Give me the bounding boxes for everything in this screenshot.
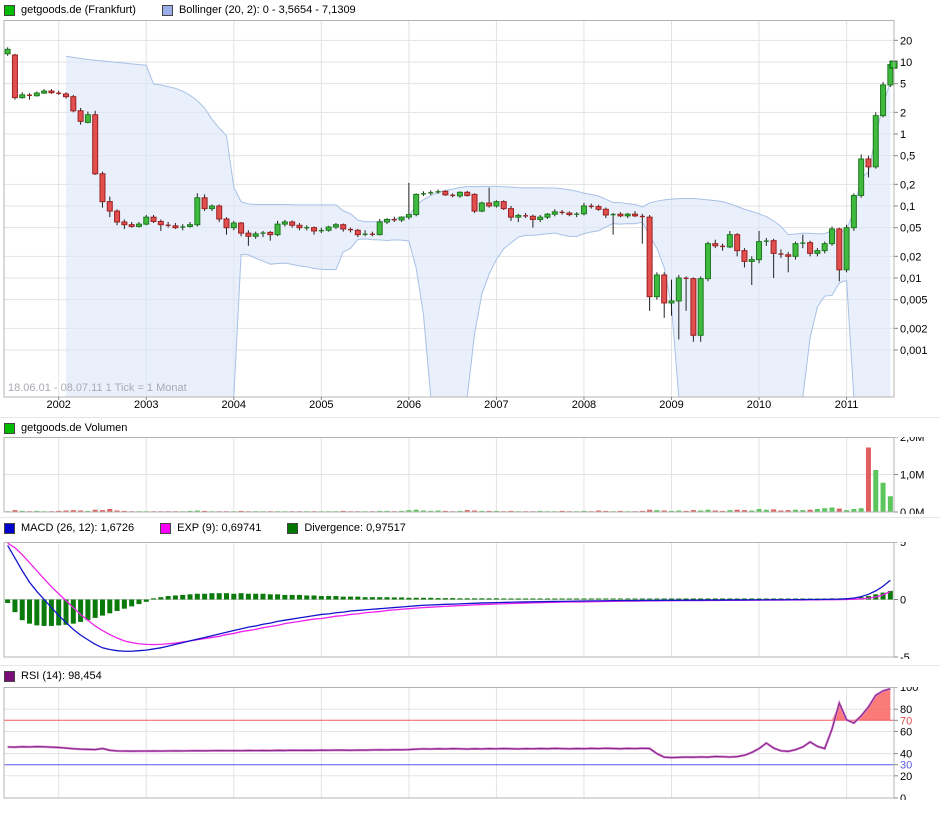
- panel-separator: [0, 517, 940, 518]
- axis-tick-label: 0,005: [900, 295, 928, 307]
- volume-chart[interactable]: 2,0M 1,0M 0,0M: [0, 437, 940, 514]
- bollinger-swatch-icon: [161, 4, 173, 16]
- axis-tick-label: 20: [900, 35, 912, 47]
- volume-panel-legend: getgoods.de Volumen: [4, 421, 127, 435]
- divergence-swatch-icon: [287, 522, 299, 534]
- axis-tick-label: 0,0M: [900, 507, 924, 514]
- macd-chart[interactable]: 5 0 -5: [0, 542, 940, 659]
- axis-tick-label: 5: [900, 79, 906, 91]
- volume-grid: [4, 437, 894, 512]
- x-axis-year-label: 2002: [46, 399, 71, 411]
- x-axis-year-label: 2005: [309, 399, 334, 411]
- axis-tick-label: 0,001: [900, 345, 928, 357]
- axis-tick-label: 0,5: [900, 151, 915, 163]
- axis-tick-label: 2,0M: [900, 437, 924, 444]
- price-panel-legend: getgoods.de (Frankfurt) Bollinger (20, 2…: [4, 3, 356, 17]
- volume-series-swatch-icon: [4, 422, 15, 434]
- axis-tick-label: 20: [900, 771, 912, 783]
- axis-tick-label: 0,1: [900, 201, 915, 213]
- date-range-label: 18.06.01 - 08.07.11 1 Tick = 1 Monat: [8, 382, 187, 394]
- rsi-panel-legend: RSI (14): 98,454: [4, 669, 102, 683]
- x-axis-year-label: 2011: [834, 399, 859, 411]
- bollinger-label: Bollinger (20, 2): 0 - 3,5654 - 7,1309: [178, 4, 356, 16]
- axis-tick-label: 1: [900, 129, 906, 141]
- x-axis-year-label: 2010: [746, 399, 772, 411]
- rsi-line: [7, 688, 891, 759]
- axis-tick-label: 60: [900, 726, 912, 738]
- axis-tick-label: 0: [900, 793, 906, 800]
- exp-swatch-icon: [160, 522, 172, 534]
- axis-tick-label: 0,02: [900, 251, 921, 263]
- volume-bars: [5, 447, 893, 513]
- rsi-label: RSI (14): 98,454: [21, 670, 102, 682]
- price-series-swatch-icon: [4, 4, 15, 16]
- axis-tick-label: 100: [900, 687, 918, 694]
- axis-tick-label: 0,01: [900, 273, 921, 285]
- macd-panel-legend: MACD (26, 12): 1,6726 EXP (9): 0,69741 D…: [4, 521, 406, 535]
- axis-tick-label: 5: [900, 542, 906, 549]
- axis-tick-label: 1,0M: [900, 470, 924, 482]
- panel-separator: [0, 417, 940, 418]
- stock-chart-app: getgoods.de (Frankfurt) Bollinger (20, 2…: [0, 0, 940, 814]
- x-axis-year-label: 2007: [484, 399, 509, 411]
- macd-swatch-icon: [4, 522, 15, 534]
- rsi-swatch-icon: [4, 670, 15, 682]
- macd-label: MACD (26, 12): 1,6726: [21, 522, 135, 534]
- x-axis-year-label: 2008: [571, 399, 597, 411]
- x-axis-year-label: 2006: [396, 399, 422, 411]
- axis-tick-label: -5: [900, 652, 910, 659]
- macd-line: [7, 545, 891, 652]
- exp-label: EXP (9): 0,69741: [177, 522, 262, 534]
- x-axis-year-label: 2009: [659, 399, 684, 411]
- rsi-overbought-fill: [7, 688, 891, 721]
- axis-tick-label: 10: [900, 57, 912, 69]
- price-series-label: getgoods.de (Frankfurt): [21, 4, 136, 16]
- axis-tick-label: 0,2: [900, 179, 915, 191]
- rsi-chart[interactable]: 1008070604030200: [0, 687, 940, 800]
- x-axis-year-label: 2004: [221, 399, 247, 411]
- x-axis-year-label: 2003: [134, 399, 159, 411]
- volume-series-label: getgoods.de Volumen: [21, 422, 128, 434]
- divergence-label: Divergence: 0,97517: [304, 522, 406, 534]
- macd-signal-line: [7, 542, 891, 646]
- x-axis-year-labels: 2002 2003 2004 2005 2006 2007 2008 2009 2010 2011: [0, 399, 940, 413]
- panel-separator: [0, 665, 940, 666]
- axis-tick-label: 0,002: [900, 323, 928, 335]
- rsi-line-halo: [7, 687, 891, 759]
- rsi-grid: [4, 687, 894, 798]
- price-chart[interactable]: 20 10 5 2 1 0,5 0,2 0,1 0,05 0,02 0,01 0,005 0,002 0,…: [0, 20, 940, 400]
- axis-tick-label: 0: [900, 595, 906, 607]
- axis-tick-label: 0,05: [900, 223, 921, 235]
- axis-tick-label: 2: [900, 107, 906, 119]
- macd-histogram: [5, 590, 893, 626]
